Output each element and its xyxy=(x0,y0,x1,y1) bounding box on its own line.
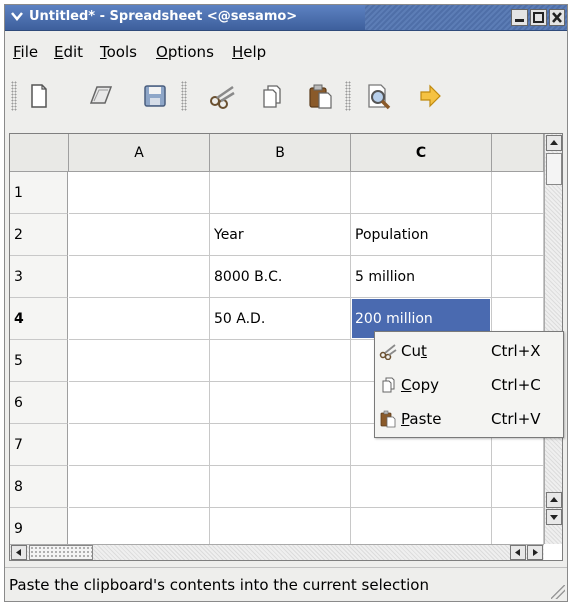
scroll-up-button[interactable] xyxy=(546,492,562,508)
cut-mnemonic: t xyxy=(420,342,427,360)
menu-bar: File Edit Tools Options Help xyxy=(5,31,567,67)
menu-help-label-rest: elp xyxy=(243,43,267,61)
cell-c3[interactable]: 5 million xyxy=(351,256,492,298)
context-menu-copy[interactable]: Copy Ctrl+C xyxy=(375,368,563,402)
scroll-right-button[interactable] xyxy=(527,545,543,560)
cell-b5[interactable] xyxy=(210,340,351,382)
menu-edit[interactable]: Edit xyxy=(54,43,83,61)
cut-scissors-icon[interactable] xyxy=(207,81,237,111)
toolbar-grip[interactable] xyxy=(11,81,17,111)
save-disk-icon[interactable] xyxy=(140,81,170,111)
copy-mnemonic: C xyxy=(401,376,412,394)
print-preview-icon[interactable] xyxy=(363,81,393,111)
cell-a3[interactable] xyxy=(69,256,210,298)
cell-d8[interactable] xyxy=(492,466,544,508)
menu-edit-label-rest: dit xyxy=(63,43,84,61)
cell-d2[interactable] xyxy=(492,214,544,256)
open-folder-icon[interactable] xyxy=(87,81,117,111)
cell-a4[interactable] xyxy=(69,298,210,340)
context-menu-copy-label: Copy xyxy=(401,376,440,394)
cell-a8[interactable] xyxy=(69,466,210,508)
cell-c2[interactable]: Population xyxy=(351,214,492,256)
row-header-7[interactable]: 7 xyxy=(10,424,68,466)
menu-options-label-rest: ptions xyxy=(167,43,214,61)
status-text: Paste the clipboard's contents into the … xyxy=(9,576,429,594)
context-menu: Cut Ctrl+X Copy Ctrl+C Paste Ctrl+V xyxy=(374,331,564,438)
minimize-button[interactable] xyxy=(511,9,528,26)
title-bar[interactable]: Untitled* - Spreadsheet <@sesamo> xyxy=(5,5,567,31)
status-bar: Paste the clipboard's contents into the … xyxy=(5,567,567,601)
context-menu-paste-shortcut: Ctrl+V xyxy=(491,410,541,428)
cell-d1[interactable] xyxy=(492,172,544,214)
column-header-d[interactable] xyxy=(492,134,544,172)
context-menu-paste-label: Paste xyxy=(401,410,442,428)
menu-options[interactable]: Options xyxy=(156,43,214,61)
scroll-down-button[interactable] xyxy=(546,509,562,525)
cell-b3[interactable]: 8000 B.C. xyxy=(210,256,351,298)
corner-header[interactable] xyxy=(10,134,69,172)
cell-a6[interactable] xyxy=(69,382,210,424)
cell-a2[interactable] xyxy=(69,214,210,256)
row-header-5[interactable]: 5 xyxy=(10,340,68,382)
horizontal-scrollbar[interactable] xyxy=(10,544,544,560)
row-header-8[interactable]: 8 xyxy=(10,466,68,508)
context-menu-cut[interactable]: Cut Ctrl+X xyxy=(375,334,563,368)
context-menu-paste[interactable]: Paste Ctrl+V xyxy=(375,402,563,436)
paste-icon[interactable] xyxy=(305,81,335,111)
column-header-b[interactable]: B xyxy=(210,134,351,172)
menu-help[interactable]: Help xyxy=(232,43,266,61)
menu-file-label-rest: ile xyxy=(20,43,39,61)
menu-file-mnemonic: F xyxy=(13,43,21,61)
window-title: Untitled* - Spreadsheet <@sesamo> xyxy=(29,9,298,24)
scroll-left-end-button[interactable] xyxy=(510,545,526,560)
row-header-2[interactable]: 2 xyxy=(10,214,68,256)
paste-icon xyxy=(379,410,397,428)
cell-b6[interactable] xyxy=(210,382,351,424)
vertical-scroll-thumb[interactable] xyxy=(546,153,562,185)
menu-tools[interactable]: Tools xyxy=(100,43,137,61)
menu-file[interactable]: File xyxy=(13,43,38,61)
toolbar-grip-3[interactable] xyxy=(345,81,351,111)
row-header-6[interactable]: 6 xyxy=(10,382,68,424)
context-menu-cut-label: Cut xyxy=(401,342,427,360)
context-menu-cut-shortcut: Ctrl+X xyxy=(491,342,541,360)
cell-a5[interactable] xyxy=(69,340,210,382)
copy-icon xyxy=(379,376,397,394)
cell-c8[interactable] xyxy=(351,466,492,508)
cell-d3[interactable] xyxy=(492,256,544,298)
row-header-1[interactable]: 1 xyxy=(10,172,68,214)
window-menu-icon[interactable] xyxy=(9,9,25,25)
copy-icon[interactable] xyxy=(257,81,287,111)
context-menu-copy-shortcut: Ctrl+C xyxy=(491,376,541,394)
cell-c1[interactable] xyxy=(351,172,492,214)
paste-mnemonic: P xyxy=(401,410,410,428)
toolbar-grip-2[interactable] xyxy=(181,81,187,111)
spreadsheet-window: Untitled* - Spreadsheet <@sesamo> File E… xyxy=(4,4,568,602)
menu-tools-mnemonic: T xyxy=(100,43,107,61)
new-document-icon[interactable] xyxy=(23,81,53,111)
close-button[interactable] xyxy=(549,9,565,26)
menu-tools-label-rest: ools xyxy=(106,43,137,61)
toolbar xyxy=(5,67,567,123)
row-header-4[interactable]: 4 xyxy=(10,298,68,340)
column-header-a[interactable]: A xyxy=(69,134,210,172)
cell-a7[interactable] xyxy=(69,424,210,466)
cell-a1[interactable] xyxy=(69,172,210,214)
row-header-3[interactable]: 3 xyxy=(10,256,68,298)
cell-b7[interactable] xyxy=(210,424,351,466)
menu-options-mnemonic: O xyxy=(156,43,168,61)
column-header-c[interactable]: C xyxy=(351,134,492,172)
resize-grip-icon[interactable] xyxy=(551,585,565,599)
scissors-icon xyxy=(379,342,397,361)
menu-help-mnemonic: H xyxy=(232,43,244,61)
horizontal-scroll-thumb[interactable] xyxy=(29,545,93,560)
scroll-up-top-button[interactable] xyxy=(546,135,562,151)
scroll-left-button[interactable] xyxy=(11,545,27,560)
forward-arrow-icon[interactable] xyxy=(415,81,445,111)
maximize-button[interactable] xyxy=(530,9,547,26)
cell-b8[interactable] xyxy=(210,466,351,508)
cell-b1[interactable] xyxy=(210,172,351,214)
cell-b2[interactable]: Year xyxy=(210,214,351,256)
cell-b4[interactable]: 50 A.D. xyxy=(210,298,351,340)
